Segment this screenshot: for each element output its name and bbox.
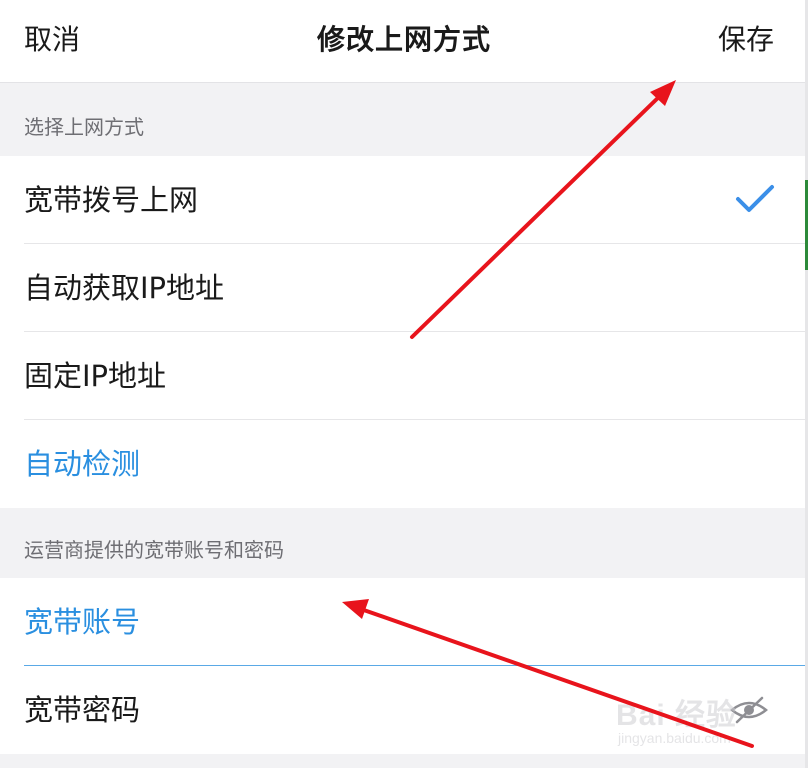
auto-detect-label: 自动检测 <box>24 447 141 481</box>
page-title: 修改上网方式 <box>316 23 491 56</box>
broadband-password-field[interactable]: 宽带密码 <box>0 666 805 754</box>
check-icon <box>736 185 774 212</box>
password-label: 宽带密码 <box>24 693 141 727</box>
bottom-spacer <box>0 754 805 768</box>
nav-bar: 取消 修改上网方式 保存 <box>0 0 808 83</box>
eye-off-icon[interactable] <box>729 694 769 726</box>
option-label: 宽带拨号上网 <box>24 183 199 217</box>
option-dhcp[interactable]: 自动获取IP地址 <box>0 244 805 332</box>
section-header-credentials: 运营商提供的宽带账号和密码 <box>24 538 284 562</box>
option-label: 固定IP地址 <box>24 359 167 393</box>
save-button[interactable]: 保存 <box>718 0 774 83</box>
connection-type-list: 宽带拨号上网 自动获取IP地址 固定IP地址 自动检测 <box>0 156 805 508</box>
cancel-button[interactable]: 取消 <box>24 0 80 83</box>
option-pppoe[interactable]: 宽带拨号上网 <box>0 156 805 244</box>
section-header-connection-type: 选择上网方式 <box>24 115 144 139</box>
credentials-list: 宽带账号 宽带密码 <box>0 578 805 754</box>
account-label: 宽带账号 <box>24 605 141 639</box>
option-label: 自动获取IP地址 <box>24 271 225 305</box>
option-static-ip[interactable]: 固定IP地址 <box>0 332 805 420</box>
broadband-account-field[interactable]: 宽带账号 <box>0 578 805 666</box>
auto-detect-button[interactable]: 自动检测 <box>0 420 805 508</box>
